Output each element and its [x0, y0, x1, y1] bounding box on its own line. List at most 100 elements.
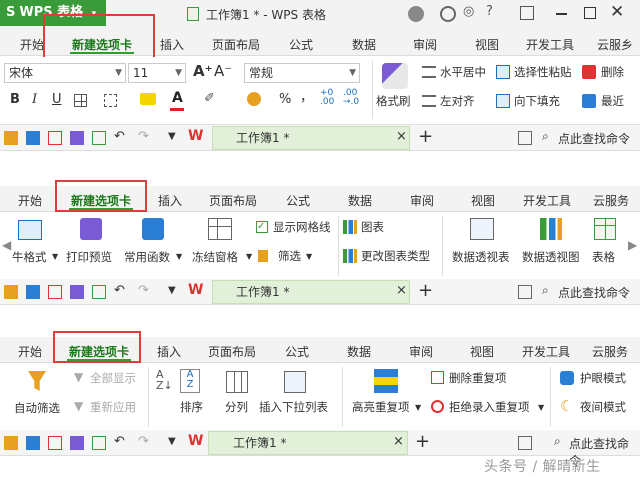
reapply-icon[interactable]: ▼: [74, 399, 83, 413]
open-folder-icon[interactable]: [4, 436, 18, 450]
tab-home[interactable]: 开始: [20, 36, 44, 53]
wps-w-icon[interactable]: W: [188, 282, 203, 298]
format-painter-label[interactable]: 格式刷: [376, 94, 411, 108]
format-painter-icon[interactable]: [382, 63, 408, 89]
recent-icon[interactable]: [582, 94, 596, 108]
layout-icon[interactable]: [518, 436, 532, 450]
align-left-label[interactable]: 左对齐: [440, 94, 475, 108]
skin-icon[interactable]: [408, 6, 424, 22]
print-preview-label[interactable]: 打印预览: [66, 250, 112, 264]
tab-formulas[interactable]: 公式: [286, 192, 310, 209]
border-icon[interactable]: [74, 94, 87, 107]
table-format-icon[interactable]: [18, 220, 42, 240]
clear-format-icon[interactable]: ✐: [204, 92, 215, 106]
italic-button[interactable]: I: [32, 93, 37, 107]
table-icon[interactable]: [594, 218, 616, 240]
fill-down-label[interactable]: 向下填充: [514, 94, 560, 108]
print-icon[interactable]: [70, 285, 84, 299]
tab-page-layout[interactable]: 页面布局: [209, 192, 257, 209]
filter-icon[interactable]: [258, 250, 268, 262]
tab-developer[interactable]: 开发工具: [522, 343, 570, 360]
redo-icon[interactable]: ↷: [138, 129, 149, 144]
scroll-right-icon[interactable]: ▶: [628, 238, 637, 252]
tab-formulas[interactable]: 公式: [289, 36, 313, 53]
undo-icon[interactable]: ↶: [114, 129, 125, 144]
tab-developer[interactable]: 开发工具: [526, 36, 574, 53]
fill-color-icon[interactable]: [140, 93, 156, 105]
paste-special-icon[interactable]: [496, 65, 510, 79]
layout-icon[interactable]: [518, 285, 532, 299]
new-tab-icon[interactable]: +: [418, 280, 433, 301]
highlight-duplicates-label[interactable]: 高亮重复项: [352, 400, 410, 414]
chevron-down-icon[interactable]: ▼: [52, 252, 58, 261]
split-columns-label[interactable]: 分列: [225, 400, 248, 414]
chart-label[interactable]: 图表: [361, 220, 384, 234]
common-functions-label[interactable]: 常用函数: [124, 250, 170, 264]
pivot-table-icon[interactable]: [470, 218, 494, 240]
save-icon[interactable]: [26, 285, 40, 299]
paste-special-label[interactable]: 选择性粘贴: [514, 65, 572, 79]
recent-label[interactable]: 最近: [601, 94, 624, 108]
restore-icon[interactable]: [520, 6, 534, 20]
redo-icon[interactable]: ↷: [138, 283, 149, 298]
freeze-panes-icon[interactable]: [208, 218, 232, 240]
grow-font-icon[interactable]: A⁺: [193, 64, 213, 79]
tab-data[interactable]: 数据: [352, 36, 376, 53]
decrease-decimal-icon[interactable]: .00 →.0: [343, 89, 359, 107]
delete-label[interactable]: 删除: [601, 65, 624, 79]
print-icon[interactable]: [70, 436, 84, 450]
maximize-icon[interactable]: [584, 7, 596, 19]
search-command-input[interactable]: 点此查找命令: [558, 130, 630, 147]
feedback-icon[interactable]: [440, 6, 456, 22]
quickbar-menu-icon[interactable]: ▼: [168, 131, 176, 142]
remove-duplicates-icon[interactable]: [431, 371, 444, 384]
auto-filter-label[interactable]: 自动筛选: [14, 401, 60, 415]
open-folder-icon[interactable]: [4, 131, 18, 145]
highlight-duplicates-icon[interactable]: [374, 369, 398, 393]
reject-duplicates-label[interactable]: 拒绝录入重复项: [449, 400, 530, 414]
tab-review[interactable]: 审阅: [409, 343, 433, 360]
print-preview-icon[interactable]: [92, 285, 106, 299]
font-name-select[interactable]: 宋体 ▼: [4, 63, 126, 83]
tab-data[interactable]: 数据: [348, 192, 372, 209]
chevron-down-icon[interactable]: ▼: [306, 252, 312, 261]
tab-view[interactable]: 视图: [475, 36, 499, 53]
chevron-down-icon[interactable]: ▼: [415, 403, 421, 412]
font-size-select[interactable]: 11 ▼: [128, 63, 186, 83]
show-all-icon[interactable]: ▼: [74, 370, 83, 384]
tab-insert[interactable]: 插入: [160, 36, 184, 53]
auto-filter-icon[interactable]: [28, 371, 46, 391]
filter-label[interactable]: 筛选: [278, 249, 301, 263]
print-preview-icon[interactable]: [92, 131, 106, 145]
bold-button[interactable]: B: [10, 93, 20, 107]
delete-icon[interactable]: [582, 65, 596, 79]
print-preview-icon[interactable]: [92, 436, 106, 450]
wps-w-icon[interactable]: W: [188, 128, 203, 144]
insert-dropdown-icon[interactable]: [284, 371, 306, 393]
quickbar-menu-icon[interactable]: ▼: [168, 436, 176, 447]
new-tab-icon[interactable]: +: [415, 431, 430, 452]
freeze-panes-label[interactable]: 冻结窗格: [192, 250, 238, 264]
tab-page-layout[interactable]: 页面布局: [212, 36, 260, 53]
tab-formulas[interactable]: 公式: [285, 343, 309, 360]
undo-icon[interactable]: ↶: [114, 434, 125, 449]
layout-icon[interactable]: [518, 131, 532, 145]
save-icon[interactable]: [26, 131, 40, 145]
sort-az-icon[interactable]: A Z↓: [156, 369, 173, 391]
show-gridlines-label[interactable]: 显示网格线: [273, 220, 331, 234]
split-columns-icon[interactable]: [226, 371, 248, 393]
percent-button[interactable]: %: [279, 93, 291, 107]
table-format-label[interactable]: 牛格式: [12, 250, 47, 264]
align-left-icon[interactable]: [422, 95, 436, 107]
align-center-label[interactable]: 水平居中: [440, 65, 486, 79]
eye-protection-icon[interactable]: [560, 371, 574, 385]
help-icon[interactable]: ?: [486, 4, 493, 19]
common-functions-icon[interactable]: [142, 218, 164, 240]
save-icon[interactable]: [26, 436, 40, 450]
close-icon[interactable]: ✕: [610, 2, 624, 22]
export-pdf-icon[interactable]: [48, 436, 62, 450]
close-tab-icon[interactable]: ×: [393, 434, 404, 449]
sort-label[interactable]: 排序: [180, 400, 203, 414]
export-pdf-icon[interactable]: [48, 131, 62, 145]
print-icon[interactable]: [70, 131, 84, 145]
